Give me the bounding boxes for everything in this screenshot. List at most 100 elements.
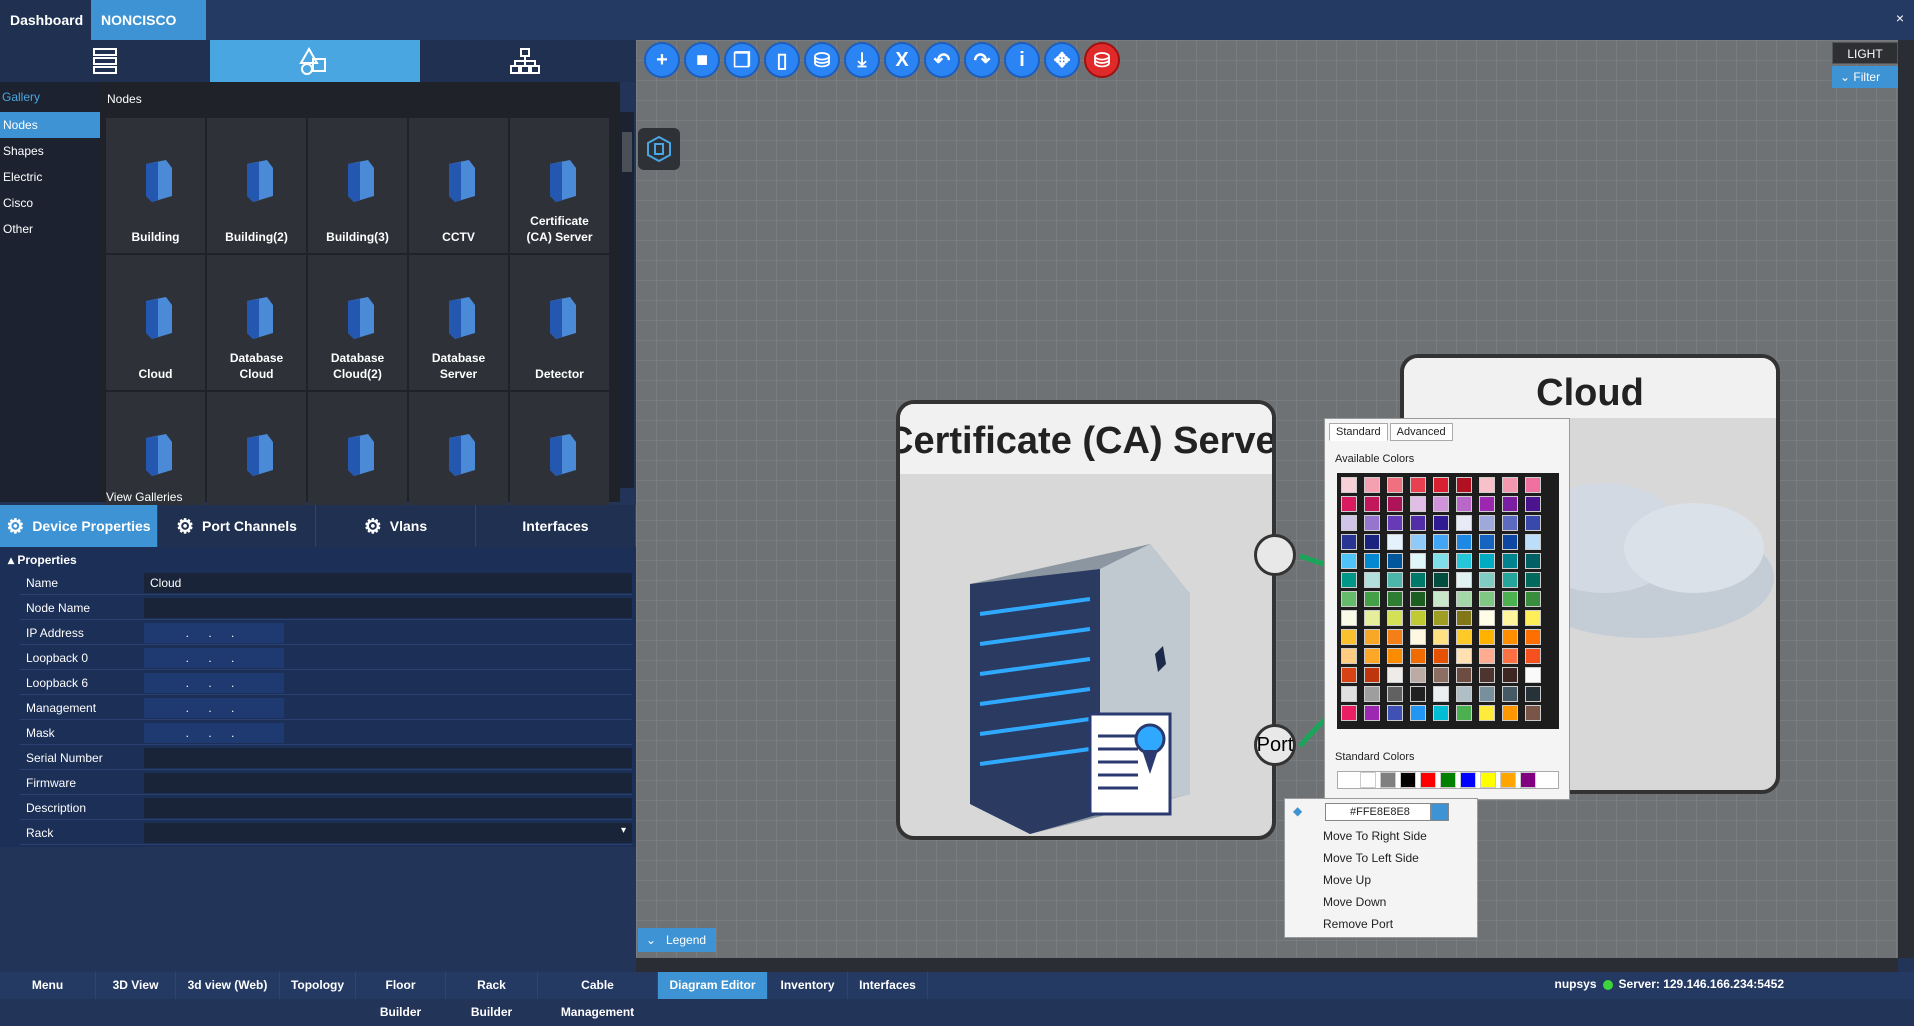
color-hex-input[interactable]: #FFE8E8E8 xyxy=(1325,803,1431,821)
menu-move-up[interactable]: Move Up xyxy=(1323,873,1371,887)
color-swatch[interactable] xyxy=(1433,572,1449,588)
new-page-icon[interactable]: ▯ xyxy=(764,42,800,78)
color-swatch[interactable] xyxy=(1456,629,1472,645)
close-window-icon[interactable]: × xyxy=(1896,10,1904,26)
color-swatch[interactable] xyxy=(1387,629,1403,645)
color-swatch[interactable] xyxy=(1341,553,1357,569)
nav-3d-view-web-[interactable]: 3d view (Web) xyxy=(176,972,280,999)
copy-icon[interactable]: ■ xyxy=(684,42,720,78)
add-icon[interactable]: + xyxy=(644,42,680,78)
color-swatch[interactable] xyxy=(1479,477,1495,493)
color-swatch[interactable] xyxy=(1364,629,1380,645)
overview-map-button[interactable] xyxy=(638,128,680,170)
color-swatch[interactable] xyxy=(1479,705,1495,721)
gallery-tile[interactable]: Database Cloud(2) xyxy=(308,255,407,390)
tab-dashboard[interactable]: Dashboard xyxy=(0,0,91,40)
color-swatch[interactable] xyxy=(1525,534,1541,550)
vertical-scrollbar[interactable] xyxy=(1898,40,1914,958)
color-swatch[interactable] xyxy=(1433,515,1449,531)
color-swatch[interactable] xyxy=(1341,591,1357,607)
color-swatch[interactable] xyxy=(1341,610,1357,626)
theme-toggle[interactable]: LIGHT xyxy=(1832,42,1898,64)
color-swatch[interactable] xyxy=(1364,477,1380,493)
color-swatch[interactable] xyxy=(1433,686,1449,702)
color-swatch[interactable] xyxy=(1456,591,1472,607)
save-icon[interactable]: ⛁ xyxy=(804,42,840,78)
color-swatch[interactable] xyxy=(1341,515,1357,531)
gallery-scrollbar[interactable] xyxy=(620,112,634,488)
color-swatch[interactable] xyxy=(1410,629,1426,645)
standard-color-swatch[interactable] xyxy=(1360,772,1376,788)
color-swatch[interactable] xyxy=(1525,496,1541,512)
color-swatch[interactable] xyxy=(1479,553,1495,569)
gallery-tile[interactable]: CCTV xyxy=(409,118,508,253)
menu-move-down[interactable]: Move Down xyxy=(1323,895,1386,909)
color-swatch[interactable] xyxy=(1525,515,1541,531)
color-swatch[interactable] xyxy=(1364,591,1380,607)
property-value[interactable]: . . . xyxy=(144,673,284,693)
color-swatch[interactable] xyxy=(1456,477,1472,493)
color-swatch[interactable] xyxy=(1502,477,1518,493)
redo-icon[interactable]: ↷ xyxy=(964,42,1000,78)
standard-color-swatch[interactable] xyxy=(1400,772,1416,788)
legend-button[interactable]: ⌄ Legend xyxy=(638,928,716,952)
color-swatch[interactable] xyxy=(1433,667,1449,683)
gallery-category-cisco[interactable]: Cisco xyxy=(0,190,100,216)
color-swatch[interactable] xyxy=(1479,686,1495,702)
color-swatch[interactable] xyxy=(1341,648,1357,664)
gallery-tile[interactable]: Certificate (CA) Server xyxy=(510,118,609,253)
gallery-tile[interactable]: Database Cloud xyxy=(207,255,306,390)
color-swatch[interactable] xyxy=(1525,705,1541,721)
property-value[interactable]: . . . xyxy=(144,723,284,743)
property-value[interactable]: Cloud xyxy=(144,573,632,593)
property-value[interactable] xyxy=(144,748,632,768)
color-swatch[interactable] xyxy=(1410,496,1426,512)
color-swatch[interactable] xyxy=(1364,610,1380,626)
nav-cable-management[interactable]: Cable Management xyxy=(538,972,658,1019)
color-swatch[interactable] xyxy=(1433,496,1449,512)
excel-icon[interactable]: X xyxy=(884,42,920,78)
color-swatch[interactable] xyxy=(1525,686,1541,702)
color-swatch[interactable] xyxy=(1479,591,1495,607)
color-swatch[interactable] xyxy=(1525,610,1541,626)
color-swatch[interactable] xyxy=(1387,534,1403,550)
color-swatch[interactable] xyxy=(1502,705,1518,721)
color-swatch[interactable] xyxy=(1479,629,1495,645)
info-icon[interactable]: i xyxy=(1004,42,1040,78)
gallery-tile[interactable]: Building(2) xyxy=(207,118,306,253)
port-connector-bottom[interactable]: Port xyxy=(1254,724,1296,766)
nav-diagram-editor[interactable]: Diagram Editor xyxy=(658,972,768,999)
menu-remove-port[interactable]: Remove Port xyxy=(1323,917,1393,931)
nav-topology[interactable]: Topology xyxy=(280,972,356,999)
gallery-tile[interactable]: Building(3) xyxy=(308,118,407,253)
menu-move-right[interactable]: Move To Right Side xyxy=(1323,829,1427,843)
color-swatch[interactable] xyxy=(1410,553,1426,569)
color-swatch[interactable] xyxy=(1525,629,1541,645)
color-swatch[interactable] xyxy=(1410,534,1426,550)
color-swatch[interactable] xyxy=(1433,629,1449,645)
color-swatch[interactable] xyxy=(1341,572,1357,588)
duplicate-icon[interactable]: ❐ xyxy=(724,42,760,78)
color-swatch[interactable] xyxy=(1479,515,1495,531)
color-swatch[interactable] xyxy=(1387,515,1403,531)
color-swatch[interactable] xyxy=(1387,705,1403,721)
color-swatch[interactable] xyxy=(1387,572,1403,588)
server-rack-icon[interactable] xyxy=(0,40,210,82)
color-swatch[interactable] xyxy=(1502,629,1518,645)
color-swatch[interactable] xyxy=(1502,667,1518,683)
color-swatch[interactable] xyxy=(1456,667,1472,683)
color-swatch[interactable] xyxy=(1364,553,1380,569)
color-swatch[interactable] xyxy=(1364,686,1380,702)
view-galleries-link[interactable]: View Galleries xyxy=(106,490,182,504)
color-swatch[interactable] xyxy=(1525,553,1541,569)
chevron-down-icon[interactable] xyxy=(1431,803,1449,821)
gallery-tile[interactable]: Cloud xyxy=(106,255,205,390)
color-swatch[interactable] xyxy=(1364,515,1380,531)
gallery-category-other[interactable]: Other xyxy=(0,216,100,242)
nav-menu[interactable]: Menu xyxy=(0,972,96,999)
color-swatch[interactable] xyxy=(1525,477,1541,493)
filter-button[interactable]: ⌄ Filter xyxy=(1832,66,1898,88)
available-colors-grid[interactable] xyxy=(1337,473,1559,729)
gallery-category-shapes[interactable]: Shapes xyxy=(0,138,100,164)
tab-advanced[interactable]: Advanced xyxy=(1389,423,1453,441)
